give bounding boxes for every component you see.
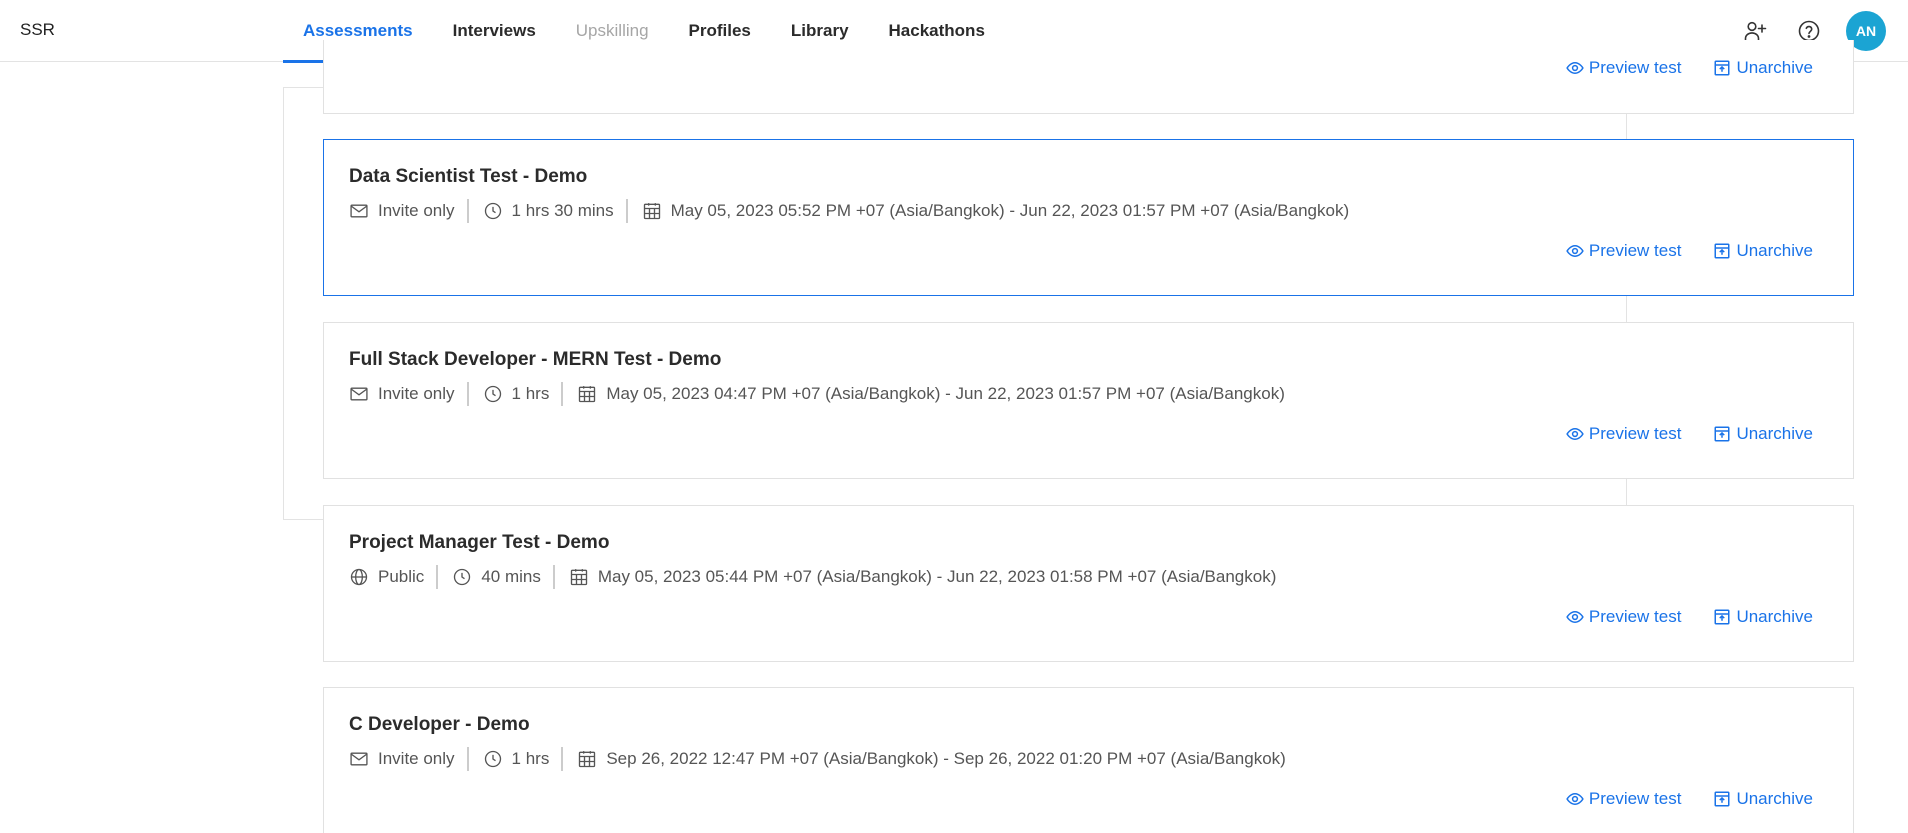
unarchive-icon bbox=[1714, 60, 1730, 76]
tree-connector bbox=[1626, 296, 1627, 322]
card-actions: Preview test Unarchive bbox=[1534, 241, 1813, 261]
clock-icon bbox=[454, 568, 471, 586]
preview-test-link[interactable]: Preview test bbox=[1566, 424, 1681, 444]
eye-icon bbox=[1566, 244, 1584, 258]
calendar-icon bbox=[570, 569, 588, 586]
card-actions: Preview test Unarchive bbox=[1534, 789, 1813, 809]
calendar-icon bbox=[579, 386, 596, 403]
tree-connector bbox=[283, 87, 324, 520]
schedule-label: May 05, 2023 05:44 PM +07 (Asia/Bangkok)… bbox=[597, 567, 1277, 586]
duration-label: 1 hrs 30 mins bbox=[511, 201, 614, 220]
duration-label: 40 mins bbox=[481, 567, 541, 586]
unarchive-link[interactable]: Unarchive bbox=[1713, 424, 1813, 444]
meta-divider bbox=[466, 382, 469, 406]
unarchive-link[interactable]: Unarchive bbox=[1713, 58, 1813, 78]
eye-icon bbox=[1566, 61, 1584, 75]
test-card-partial: Preview test Unarchive bbox=[323, 40, 1854, 114]
test-card[interactable]: C Developer - Demo Invite only 1 hrs Sep… bbox=[323, 687, 1854, 833]
test-title[interactable]: Full Stack Developer - MERN Test - Demo bbox=[349, 349, 721, 371]
duration-label: 1 hrs bbox=[511, 749, 550, 768]
eye-icon bbox=[1566, 610, 1584, 624]
clock-icon bbox=[484, 750, 501, 768]
schedule-label: Sep 26, 2022 12:47 PM +07 (Asia/Bangkok)… bbox=[606, 749, 1286, 768]
eye-icon bbox=[1566, 792, 1584, 806]
test-meta: Invite only 1 hrs 30 mins May 05, 2023 0… bbox=[349, 199, 1349, 223]
card-actions: Preview test Unarchive bbox=[1534, 424, 1813, 444]
meta-divider bbox=[561, 382, 564, 406]
test-title[interactable]: Project Manager Test - Demo bbox=[349, 532, 609, 554]
preview-test-link[interactable]: Preview test bbox=[1566, 607, 1681, 627]
unarchive-icon bbox=[1714, 609, 1730, 625]
test-title[interactable]: C Developer - Demo bbox=[349, 714, 530, 736]
unarchive-link[interactable]: Unarchive bbox=[1713, 789, 1813, 809]
preview-test-link[interactable]: Preview test bbox=[1566, 58, 1681, 78]
clock-icon bbox=[484, 202, 501, 220]
mail-icon bbox=[350, 752, 368, 766]
tree-connector bbox=[1626, 479, 1627, 505]
unarchive-icon bbox=[1714, 426, 1730, 442]
preview-test-link[interactable]: Preview test bbox=[1566, 789, 1681, 809]
preview-test-link[interactable]: Preview test bbox=[1566, 241, 1681, 261]
access-label: Invite only bbox=[378, 384, 455, 403]
test-meta: Invite only 1 hrs May 05, 2023 04:47 PM … bbox=[349, 382, 1285, 406]
card-actions: Preview test Unarchive bbox=[1534, 607, 1813, 627]
brand-name[interactable]: SSR bbox=[20, 20, 55, 40]
meta-divider bbox=[466, 747, 469, 771]
meta-divider bbox=[561, 747, 564, 771]
calendar-icon bbox=[579, 751, 596, 768]
unarchive-link[interactable]: Unarchive bbox=[1713, 607, 1813, 627]
test-meta: Public 40 mins May 05, 2023 05:44 PM +07… bbox=[349, 565, 1276, 589]
card-actions: Preview test Unarchive bbox=[1534, 58, 1813, 78]
schedule-label: May 05, 2023 04:47 PM +07 (Asia/Bangkok)… bbox=[606, 384, 1285, 403]
schedule-label: May 05, 2023 05:52 PM +07 (Asia/Bangkok)… bbox=[670, 201, 1350, 220]
duration-label: 1 hrs bbox=[511, 384, 550, 403]
globe-icon bbox=[350, 568, 368, 586]
test-card[interactable]: Full Stack Developer - MERN Test - Demo … bbox=[323, 322, 1854, 479]
clock-icon bbox=[484, 385, 501, 403]
access-label: Invite only bbox=[378, 749, 455, 768]
test-card[interactable]: Data Scientist Test - Demo Invite only 1… bbox=[323, 139, 1854, 296]
calendar-icon bbox=[643, 203, 660, 220]
unarchive-icon bbox=[1714, 791, 1730, 807]
meta-divider bbox=[466, 199, 469, 223]
eye-icon bbox=[1566, 427, 1584, 441]
meta-divider bbox=[552, 565, 555, 589]
test-title[interactable]: Data Scientist Test - Demo bbox=[349, 166, 587, 188]
test-meta: Invite only 1 hrs Sep 26, 2022 12:47 PM … bbox=[349, 747, 1286, 771]
access-label: Public bbox=[378, 567, 425, 586]
unarchive-link[interactable]: Unarchive bbox=[1713, 241, 1813, 261]
test-card[interactable]: Project Manager Test - Demo Public 40 mi… bbox=[323, 505, 1854, 662]
meta-divider bbox=[436, 565, 439, 589]
meta-divider bbox=[625, 199, 628, 223]
tree-connector bbox=[1626, 114, 1627, 140]
access-label: Invite only bbox=[378, 201, 455, 220]
mail-icon bbox=[350, 387, 368, 401]
unarchive-icon bbox=[1714, 243, 1730, 259]
mail-icon bbox=[350, 204, 368, 218]
